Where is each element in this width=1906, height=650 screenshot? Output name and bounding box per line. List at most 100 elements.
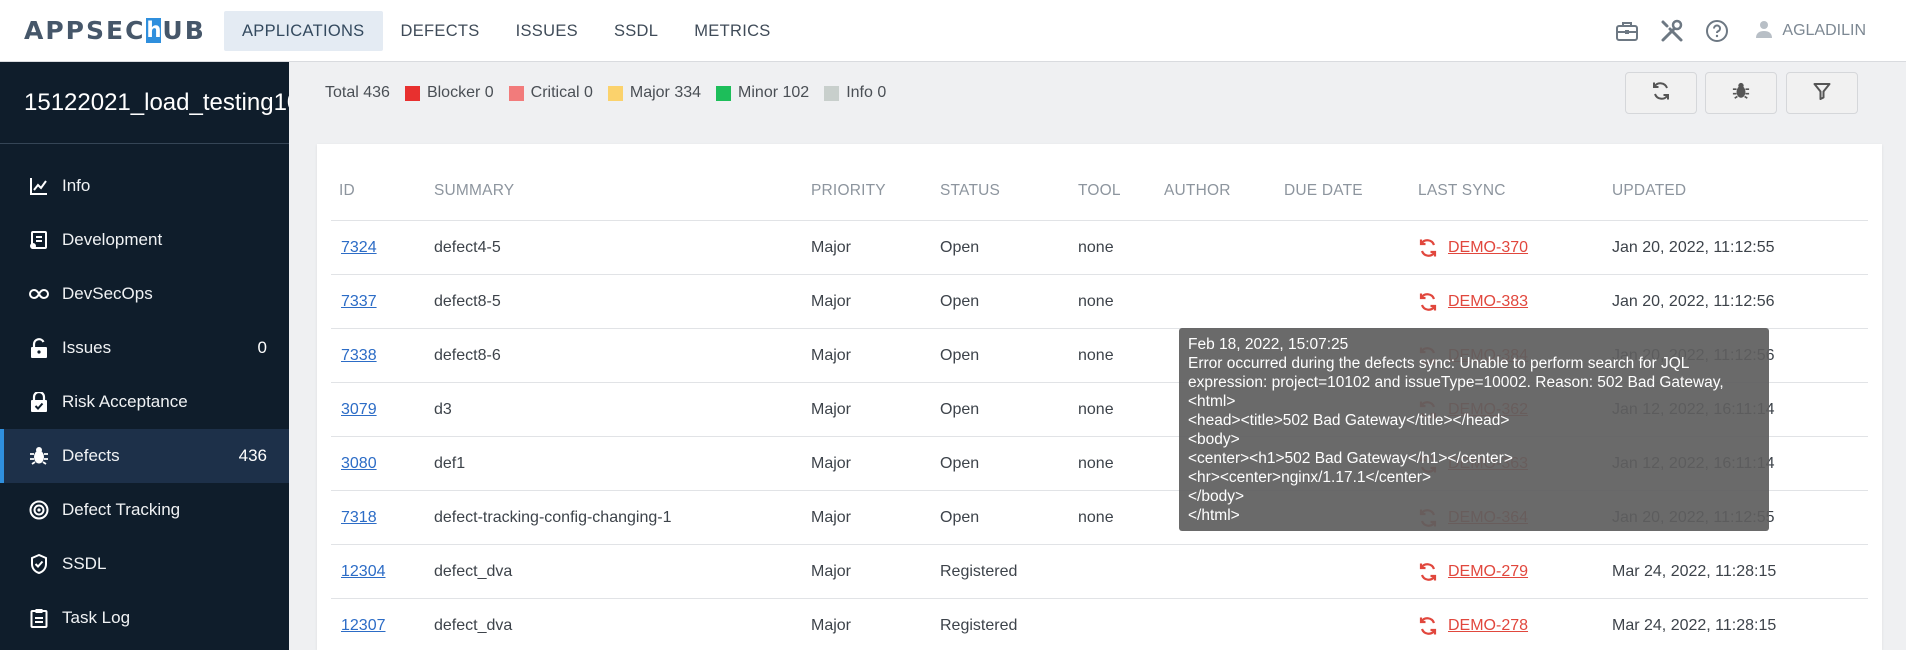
tooltip-line: <body> — [1188, 431, 1240, 448]
user-name: AGLADILIN — [1782, 22, 1866, 39]
infinity-icon — [28, 283, 50, 305]
tooltip-line: expression: project=10102 and issueType=… — [1188, 374, 1724, 391]
clipboard-icon — [28, 607, 50, 629]
defect-status: Open — [940, 401, 980, 418]
defect-summary: def1 — [434, 455, 466, 472]
sidebar-item-defects[interactable]: Defects 436 — [0, 429, 289, 483]
bug-action-button[interactable] — [1705, 72, 1777, 114]
defect-id-link[interactable]: 3079 — [341, 383, 377, 437]
column-author[interactable]: AUTHOR — [1164, 182, 1231, 200]
defect-id-link[interactable]: 12304 — [341, 545, 386, 599]
defect-summary: defect_dva — [434, 563, 513, 580]
logo[interactable]: APPSEC h UB — [24, 16, 204, 45]
defect-tool: none — [1078, 509, 1114, 526]
nav-applications[interactable]: APPLICATIONS — [224, 10, 383, 51]
defect-id-link[interactable]: 3080 — [341, 437, 377, 491]
defect-priority: Major — [811, 239, 852, 256]
defect-priority: Major — [811, 509, 852, 526]
severity-minor: Minor 102 — [716, 84, 809, 102]
defect-status: Open — [940, 239, 980, 256]
sync-error-icon[interactable] — [1418, 238, 1438, 258]
shield-lock-icon — [28, 391, 50, 413]
tooltip-line: <hr><center>nginx/1.17.1</center> — [1188, 469, 1432, 486]
defect-id-link[interactable]: 7324 — [341, 221, 377, 275]
defect-priority: Major — [811, 617, 852, 634]
nav-defects[interactable]: DEFECTS — [383, 11, 498, 51]
defect-id-link[interactable]: 7337 — [341, 275, 377, 329]
bug-icon — [1732, 82, 1750, 105]
defect-priority: Major — [811, 401, 852, 418]
development-icon — [28, 229, 50, 251]
tracker-issue-link[interactable]: DEMO-278 — [1448, 599, 1528, 650]
table-row[interactable]: 12307 defect_dva Major Registered DEMO-278 Ma… — [331, 598, 1868, 650]
briefcase-icon[interactable] — [1614, 18, 1640, 44]
severity-info: Info 0 — [824, 84, 886, 102]
defect-summary: defect-tracking-config-changing-1 — [434, 509, 672, 526]
column-due-date[interactable]: DUE DATE — [1284, 182, 1363, 200]
sidebar-item-defect-tracking[interactable]: Defect Tracking — [0, 483, 289, 537]
sidebar-item-devsecops[interactable]: DevSecOps — [0, 267, 289, 321]
defects-count: 436 — [238, 446, 267, 465]
sidebar-item-development[interactable]: Development — [0, 213, 289, 267]
severity-blocker: Blocker 0 — [404, 84, 494, 102]
top-bar: APPSEC h UB APPLICATIONS DEFECTS ISSUES SS… — [0, 0, 1906, 62]
sidebar-item-risk-acceptance[interactable]: Risk Acceptance — [0, 375, 289, 429]
defect-tool: none — [1078, 455, 1114, 472]
sidebar-item-task-log[interactable]: Task Log — [0, 591, 289, 645]
tracker-issue-link[interactable]: DEMO-370 — [1448, 221, 1528, 275]
column-updated[interactable]: UPDATED — [1612, 182, 1686, 200]
sidebar: 15122021_load_testing10 Info Development… — [0, 62, 289, 650]
defect-summary: defect8-5 — [434, 293, 501, 310]
top-right-tools: AGLADILIN — [1595, 0, 1866, 62]
nav-ssdl[interactable]: SSDL — [596, 11, 676, 51]
column-id[interactable]: ID — [339, 182, 355, 200]
info-swatch — [824, 85, 840, 101]
defect-status: Registered — [940, 617, 1018, 634]
defect-id-link[interactable]: 12307 — [341, 599, 386, 650]
sync-error-icon[interactable] — [1418, 616, 1438, 636]
column-tool[interactable]: TOOL — [1078, 182, 1121, 200]
table-row[interactable]: 7324 defect4-5 Major Open none DEMO-370 Jan 20… — [331, 220, 1868, 274]
tooltip-line: Feb 18, 2022, 15:07:25 — [1188, 336, 1349, 353]
column-last-sync[interactable]: LAST SYNC — [1418, 182, 1506, 200]
sync-error-tooltip: Feb 18, 2022, 15:07:25 Error occurred du… — [1179, 328, 1769, 531]
defect-summary: defect8-6 — [434, 347, 501, 364]
defect-status: Open — [940, 293, 980, 310]
defect-priority: Major — [811, 293, 852, 310]
defect-summary: d3 — [434, 401, 452, 418]
chart-line-icon — [28, 175, 50, 197]
tools-icon[interactable] — [1659, 18, 1685, 44]
sync-error-icon[interactable] — [1418, 292, 1438, 312]
sidebar-item-info[interactable]: Info — [0, 159, 289, 213]
total-count: Total 436 — [325, 84, 390, 101]
table-row[interactable]: 12304 defect_dva Major Registered DEMO-279 Ma… — [331, 544, 1868, 598]
lock-open-icon — [28, 337, 50, 359]
table-row[interactable]: 7337 defect8-5 Major Open none DEMO-383 Jan 20… — [331, 274, 1868, 328]
column-status[interactable]: STATUS — [940, 182, 1000, 200]
sync-button[interactable] — [1625, 72, 1697, 114]
tooltip-line: <html> — [1188, 393, 1236, 410]
major-swatch — [607, 85, 623, 101]
tooltip-line: <center><h1>502 Bad Gateway</h1></center… — [1188, 450, 1513, 467]
defect-id-link[interactable]: 7338 — [341, 329, 377, 383]
user-menu[interactable]: AGLADILIN — [1756, 20, 1866, 43]
tracker-issue-link[interactable]: DEMO-383 — [1448, 275, 1528, 329]
sidebar-item-issues[interactable]: Issues 0 — [0, 321, 289, 375]
defect-id-link[interactable]: 7318 — [341, 491, 377, 545]
tracker-issue-link[interactable]: DEMO-279 — [1448, 545, 1528, 599]
tooltip-line: </body> — [1188, 488, 1245, 505]
severity-critical: Critical 0 — [508, 84, 593, 102]
tooltip-line: Error occurred during the defects sync: … — [1188, 355, 1690, 372]
defect-tool: none — [1078, 347, 1114, 364]
nav-metrics[interactable]: METRICS — [676, 11, 788, 51]
column-summary[interactable]: SUMMARY — [434, 182, 514, 200]
defect-status: Open — [940, 509, 980, 526]
sidebar-item-ssdl[interactable]: SSDL — [0, 537, 289, 591]
filter-button[interactable] — [1786, 72, 1858, 114]
defect-updated: Jan 20, 2022, 11:12:55 — [1612, 239, 1775, 256]
nav-issues[interactable]: ISSUES — [498, 11, 596, 51]
column-priority[interactable]: PRIORITY — [811, 182, 886, 200]
sync-error-icon[interactable] — [1418, 562, 1438, 582]
help-icon[interactable] — [1704, 18, 1730, 44]
defect-priority: Major — [811, 347, 852, 364]
